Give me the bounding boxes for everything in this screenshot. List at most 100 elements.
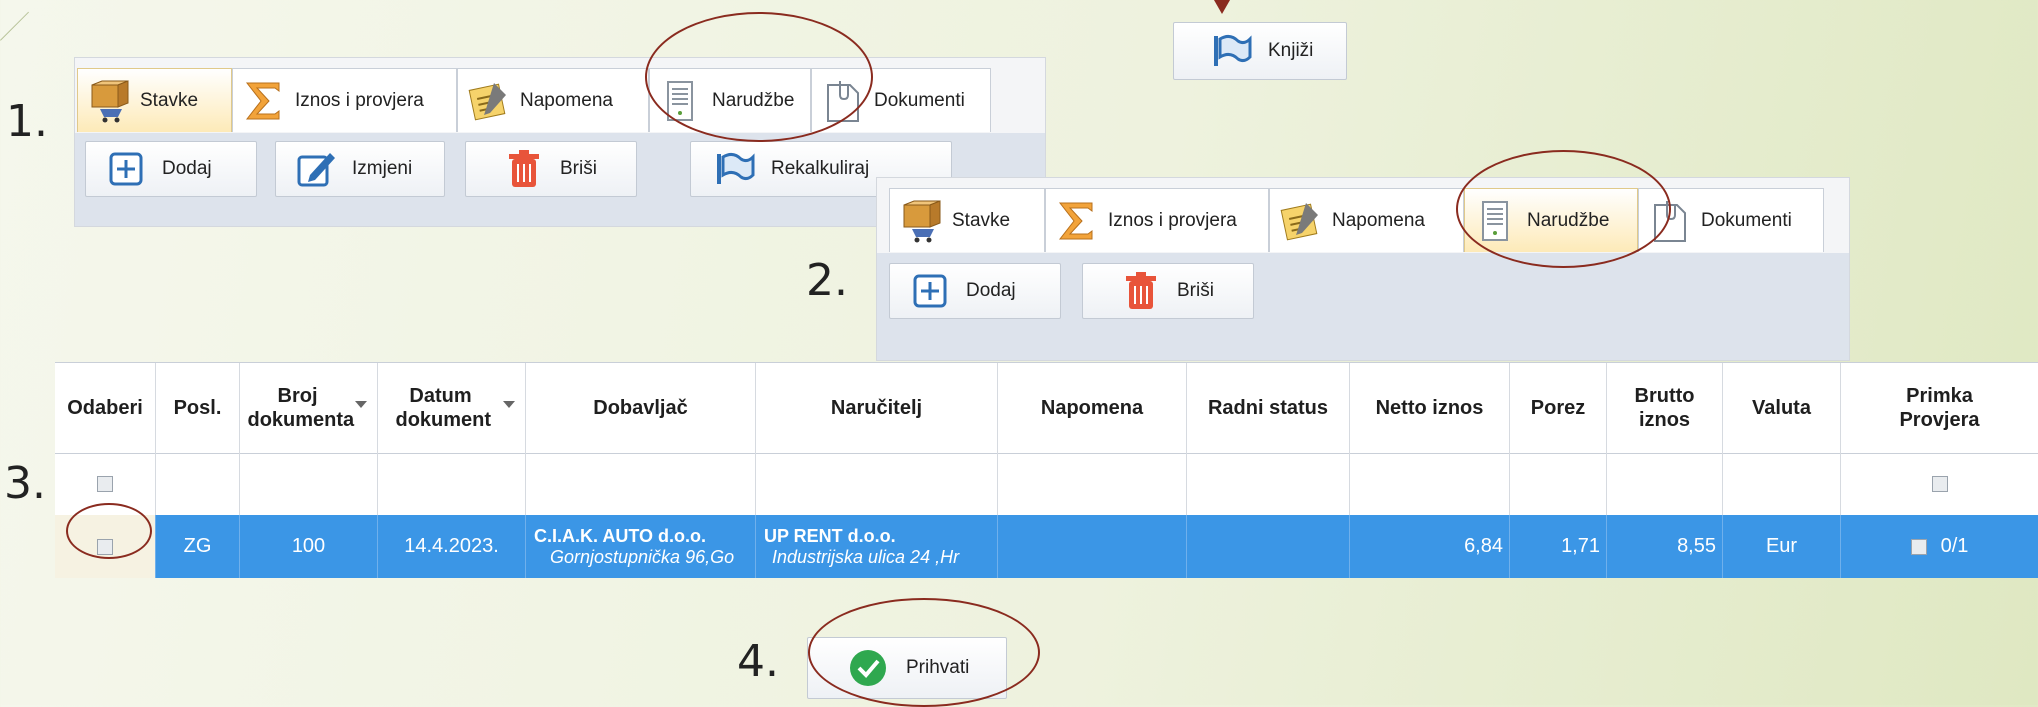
- sigma-icon: [1054, 199, 1098, 243]
- cell-netto: 6,84: [1350, 515, 1510, 578]
- filter-cell[interactable]: [526, 453, 756, 515]
- step-number-2: 2.: [806, 255, 848, 306]
- tab-dokumenti-label: Dokumenti: [1701, 209, 1792, 231]
- filter-cell[interactable]: [1723, 453, 1841, 515]
- highlight-ellipse-accept-button: [808, 598, 1040, 707]
- edit-pencil-icon: [294, 147, 338, 191]
- cell-dobavljac: C.I.A.K. AUTO d.o.o. Gornjostupnička 96,…: [526, 515, 756, 578]
- filter-cell[interactable]: [1350, 453, 1510, 515]
- tab-iznos-i-provjera[interactable]: Iznos i provjera: [232, 68, 457, 132]
- column-header-radni-status[interactable]: Radni status: [1187, 363, 1350, 453]
- plus-icon: [104, 147, 148, 191]
- highlight-ellipse-row-checkbox: [66, 503, 152, 559]
- flag-icon: [713, 147, 757, 191]
- book-button[interactable]: Knjiži: [1173, 22, 1347, 80]
- column-header-label: Napomena: [1040, 397, 1144, 419]
- panel2-tabbar: Stavke Iznos i provjera Napomena Narudžb…: [877, 178, 1849, 254]
- column-header-label: Valuta: [1752, 397, 1811, 419]
- table-row[interactable]: ZG 100 14.4.2023. C.I.A.K. AUTO d.o.o. G…: [55, 515, 2038, 578]
- decorative-corner-line: [0, 11, 58, 69]
- provjera-count: 0/1: [1940, 535, 1969, 557]
- delete-button-label: Briši: [560, 158, 597, 179]
- column-header-label: Porez: [1530, 397, 1586, 419]
- column-header-dobavljac[interactable]: Dobavljač: [526, 363, 756, 453]
- cell-datum: 14.4.2023.: [378, 515, 526, 578]
- sort-arrow-icon[interactable]: [355, 401, 367, 408]
- add-button[interactable]: Dodaj: [889, 263, 1061, 319]
- tab-napomena-label: Napomena: [520, 89, 613, 111]
- dobavljac-address: Gornjostupnička 96,Go: [550, 546, 735, 567]
- tab-iznos-i-provjera[interactable]: Iznos i provjera: [1045, 188, 1269, 252]
- sigma-icon: [241, 79, 285, 123]
- step-number-1: 1.: [6, 96, 48, 147]
- note-icon: [466, 79, 510, 123]
- select-all-checkbox[interactable]: [97, 476, 113, 492]
- edit-button[interactable]: Izmjeni: [275, 141, 445, 197]
- column-header-label: Netto iznos: [1375, 397, 1484, 419]
- cell-porez: 1,71: [1510, 515, 1607, 578]
- cell-valuta: Eur: [1723, 515, 1841, 578]
- grid-header: Odaberi Posl. Broj dokumenta Datum dokum…: [55, 363, 2038, 454]
- note-icon: [1278, 199, 1322, 243]
- column-header-odaberi[interactable]: Odaberi: [55, 363, 156, 453]
- tab-napomena-label: Napomena: [1332, 209, 1425, 231]
- tab-stavke-label: Stavke: [952, 209, 1011, 231]
- column-header-label: Radni status: [1207, 397, 1329, 419]
- tab-iznos-label: Iznos i provjera: [1108, 209, 1237, 231]
- delete-button[interactable]: Briši: [1082, 263, 1254, 319]
- column-header-brutto-iznos[interactable]: Brutto iznos: [1607, 363, 1723, 453]
- flag-icon: [1210, 29, 1254, 73]
- tab-napomena[interactable]: Napomena: [457, 68, 649, 132]
- column-header-narucitelj[interactable]: Naručitelj: [756, 363, 998, 453]
- column-header-datum-dokument[interactable]: Datum dokument: [378, 363, 526, 453]
- filter-cell[interactable]: [756, 453, 998, 515]
- filter-cell[interactable]: [998, 453, 1187, 515]
- delete-button[interactable]: Briši: [465, 141, 637, 197]
- filter-row: [55, 453, 2038, 516]
- filter-cell[interactable]: [240, 453, 378, 515]
- column-header-porez[interactable]: Porez: [1510, 363, 1607, 453]
- tab-dokumenti-label: Dokumenti: [874, 89, 965, 111]
- filter-cell[interactable]: [1187, 453, 1350, 515]
- add-button-label: Dodaj: [162, 158, 212, 179]
- recalculate-button-label: Rekalkuliraj: [771, 158, 870, 179]
- cell-radni-status: [1187, 515, 1350, 578]
- column-header-netto-iznos[interactable]: Netto iznos: [1350, 363, 1510, 453]
- cart-box-icon: [86, 79, 130, 123]
- filter-cell[interactable]: [1510, 453, 1607, 515]
- tab-napomena[interactable]: Napomena: [1269, 188, 1464, 252]
- filter-cell[interactable]: [1607, 453, 1723, 515]
- tab-stavke[interactable]: Stavke: [77, 68, 232, 132]
- sort-arrow-icon[interactable]: [503, 401, 515, 408]
- column-header-label: Posl.: [173, 397, 222, 419]
- filter-cell[interactable]: [156, 453, 240, 515]
- dobavljac-name: C.I.A.K. AUTO d.o.o.: [534, 525, 706, 546]
- narucitelj-name: UP RENT d.o.o.: [764, 525, 896, 546]
- column-header-posl[interactable]: Posl.: [156, 363, 240, 453]
- trash-icon: [502, 147, 546, 191]
- cell-posl: ZG: [156, 515, 240, 578]
- add-button-label: Dodaj: [966, 280, 1016, 301]
- cell-provjera: 0/1: [1841, 515, 2038, 578]
- column-header-valuta[interactable]: Valuta: [1723, 363, 1841, 453]
- plus-icon: [908, 269, 952, 313]
- step-number-4: 4.: [737, 636, 779, 687]
- book-button-label: Knjiži: [1268, 40, 1314, 61]
- filter-checkbox[interactable]: [1931, 476, 1948, 492]
- column-header-primka-provjera[interactable]: Primka Provjera: [1841, 363, 2038, 453]
- filter-cell-provjera: [1841, 453, 2038, 515]
- column-header-broj-dokumenta[interactable]: Broj dokumenta: [240, 363, 378, 453]
- tab-stavke[interactable]: Stavke: [889, 188, 1045, 252]
- cell-narucitelj: UP RENT d.o.o. Industrijska ulica 24 ,Hr: [756, 515, 998, 578]
- panel-narudzbe: Stavke Iznos i provjera Napomena Narudžb…: [877, 178, 1849, 360]
- edit-button-label: Izmjeni: [352, 158, 413, 179]
- column-header-label: Broj dokumenta: [247, 385, 355, 431]
- filter-cell[interactable]: [378, 453, 526, 515]
- tab-iznos-label: Iznos i provjera: [295, 89, 424, 111]
- add-button[interactable]: Dodaj: [85, 141, 257, 197]
- column-header-label: Odaberi: [67, 397, 143, 419]
- provjera-checkbox[interactable]: [1910, 538, 1927, 555]
- delete-button-label: Briši: [1177, 280, 1214, 301]
- column-header-napomena[interactable]: Napomena: [998, 363, 1187, 453]
- column-header-label: Datum dokument: [395, 385, 492, 431]
